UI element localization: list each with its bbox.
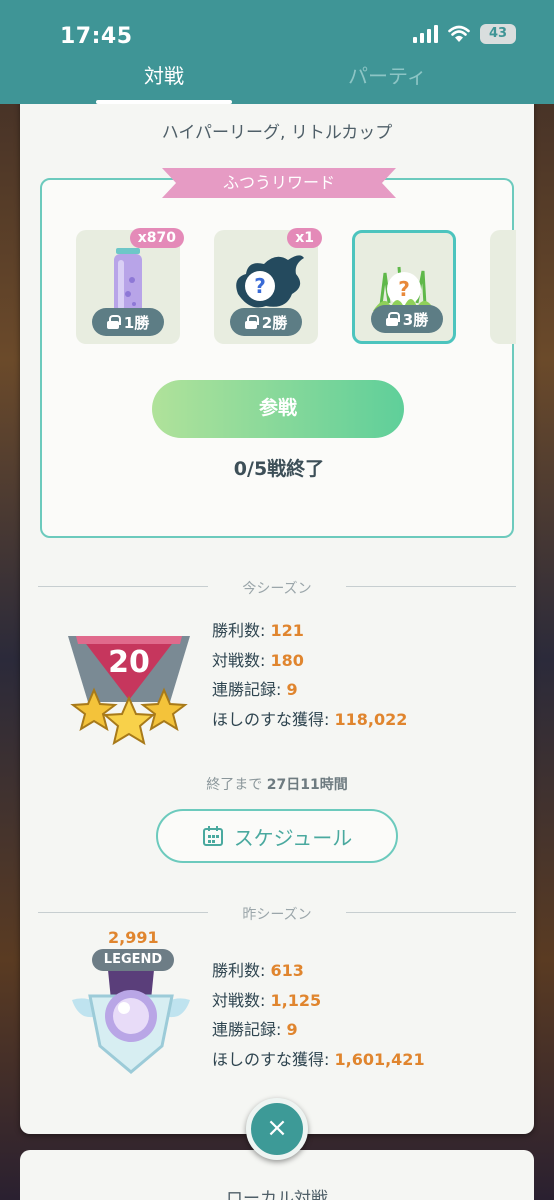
- stat-wins: 勝利数: 121: [212, 621, 304, 640]
- tab-battle[interactable]: 対戦: [144, 60, 184, 89]
- status-time: 17:45: [60, 24, 133, 49]
- rank-number: 20: [108, 645, 150, 680]
- schedule-label: スケジュール: [233, 825, 353, 850]
- legend-rank-badge: LEGEND: [92, 949, 174, 971]
- win-requirement-badge: 2勝: [230, 308, 302, 336]
- win-requirement-badge: 1勝: [92, 308, 164, 336]
- season-remaining-time: 終了まで 27日11時間: [206, 777, 348, 793]
- tab-bar: 対戦 パーティ: [0, 56, 554, 104]
- lock-icon: [106, 315, 121, 329]
- last-season-stats: 勝利数: 613 対戦数: 1,125 連勝記録: 9 ほしのすな獲得: 1,6…: [212, 956, 425, 1074]
- tab-party[interactable]: パーティ: [348, 60, 427, 89]
- win-requirement-label: 3勝: [402, 310, 429, 329]
- schedule-button[interactable]: スケジュール: [156, 809, 398, 863]
- last-season-label: 昨シーズン: [242, 907, 312, 923]
- battles-done-count: 0/5戦終了: [233, 458, 325, 480]
- stat-stardust: ほしのすな獲得: 1,601,421: [212, 1049, 425, 1069]
- status-icons: 43: [413, 24, 516, 44]
- lock-icon: [244, 315, 259, 329]
- reward-slot-2[interactable]: ? x1 2勝: [214, 228, 322, 344]
- reward-slot-4[interactable]: [490, 230, 516, 344]
- join-battle-button[interactable]: 参戦: [152, 380, 404, 438]
- battery-icon: 43: [480, 24, 516, 44]
- battle-card: ハイパーリーグ, リトルカップ ふつうリワード x870 1勝 ? x1 2勝 …: [20, 88, 534, 1134]
- current-season-label: 今シーズン: [242, 581, 312, 597]
- current-season-stats: 勝利数: 121 対戦数: 180 連勝記録: 9 ほしのすな獲得: 118,0…: [212, 616, 407, 734]
- stat-wins: 勝利数: 613: [212, 961, 304, 980]
- stat-win-streak: 連勝記録: 9: [212, 1020, 298, 1039]
- stat-win-streak: 連勝記録: 9: [212, 680, 298, 699]
- calendar-icon: [202, 826, 223, 846]
- local-battle-title: ローカル対戦: [226, 1189, 328, 1200]
- win-requirement-label: 2勝: [261, 313, 288, 332]
- win-requirement-label: 1勝: [123, 313, 150, 332]
- svg-text:?: ?: [254, 274, 266, 298]
- stat-stardust: ほしのすな獲得: 118,022: [212, 709, 408, 729]
- reward-slot-3[interactable]: ? 3勝: [352, 230, 456, 344]
- cellular-signal-icon: [413, 25, 438, 43]
- stat-battles: 対戦数: 1,125: [212, 990, 322, 1010]
- tab-indicator: [96, 100, 232, 104]
- league-name: ハイパーリーグ, リトルカップ: [161, 123, 393, 143]
- reward-box: ふつうリワード x870 1勝 ? x1 2勝 ? 3勝 参戦 0/5戦終了: [40, 168, 516, 538]
- stat-battles: 対戦数: 180: [212, 650, 304, 670]
- wifi-icon: [448, 25, 470, 42]
- close-button[interactable]: ×: [246, 1098, 308, 1160]
- rank-medal-icon: 20: [68, 636, 190, 746]
- reward-count-badge: x1: [287, 228, 322, 248]
- svg-text:?: ?: [398, 277, 410, 301]
- top-bar: 17:45 43 対戦 パーティ: [0, 0, 554, 104]
- win-requirement-badge: 3勝: [371, 305, 443, 333]
- last-season-rating: 2,991: [108, 928, 159, 947]
- current-season-divider: 今シーズン: [38, 576, 516, 597]
- lock-icon: [385, 312, 400, 326]
- last-season-divider: 昨シーズン: [38, 902, 516, 923]
- reward-count-badge: x870: [129, 228, 184, 248]
- reward-ribbon: ふつうリワード: [162, 168, 396, 198]
- reward-slot-1[interactable]: x870 1勝: [76, 228, 184, 344]
